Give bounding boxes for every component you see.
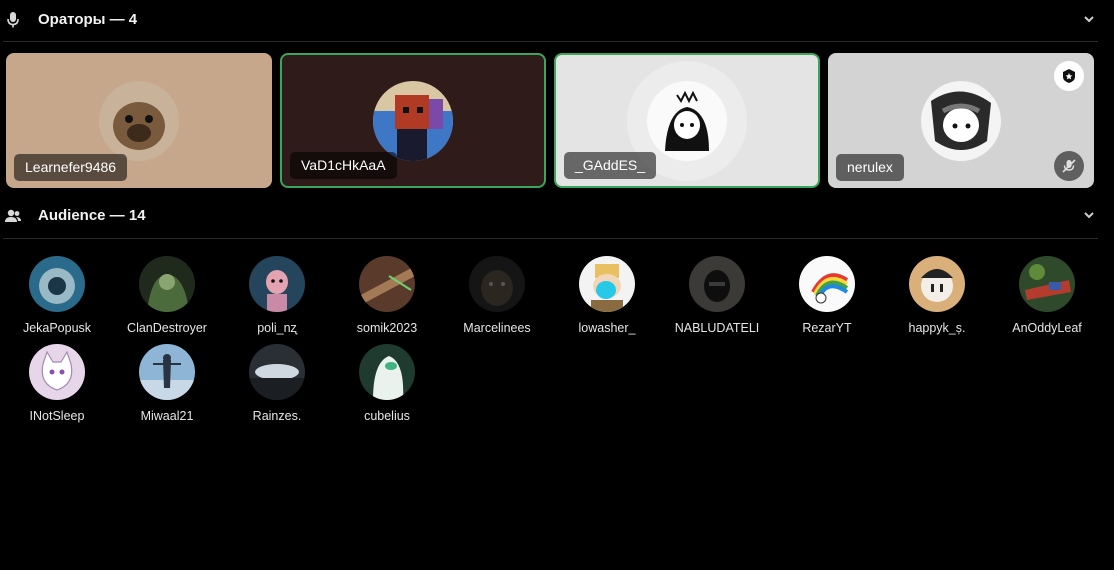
avatar: [99, 80, 179, 161]
member-name: Marcelinees: [463, 321, 531, 335]
avatar: [139, 344, 195, 400]
chevron-down-icon[interactable]: [1082, 208, 1096, 222]
speakers-grid: Learnefer9486 VaD1cHkAaA _GAddES_ nerule…: [6, 53, 1096, 189]
member-name: AnOddyLeaf: [1012, 321, 1082, 335]
audience-member[interactable]: happyk_ș.: [882, 256, 992, 335]
avatar: [469, 256, 525, 312]
member-name: poli_nʐ: [257, 321, 297, 335]
audience-member[interactable]: ClanDestroyer: [112, 256, 222, 335]
speaker-tile[interactable]: nerulex: [828, 53, 1094, 188]
audience-member[interactable]: cubelius: [332, 344, 442, 423]
users-icon: [3, 206, 23, 226]
divider: [3, 238, 1098, 239]
moderator-badge-icon: [1054, 61, 1084, 91]
audience-member[interactable]: RezarYT: [772, 256, 882, 335]
avatar: [249, 256, 305, 312]
audience-member[interactable]: AnOddyLeaf: [992, 256, 1102, 335]
speaker-name: VaD1cHkAaA: [290, 152, 397, 179]
avatar: [373, 80, 453, 161]
avatar: [921, 80, 1001, 161]
avatar: [29, 256, 85, 312]
avatar: [689, 256, 745, 312]
audience-member[interactable]: Miwaal21: [112, 344, 222, 423]
avatar: [249, 344, 305, 400]
speaker-name: _GAddES_: [564, 152, 657, 179]
divider: [3, 41, 1098, 42]
audience-member[interactable]: JekaPopusk: [2, 256, 112, 335]
avatar: [647, 80, 727, 161]
speaker-tile[interactable]: _GAddES_: [554, 53, 820, 188]
chevron-down-icon[interactable]: [1082, 12, 1096, 26]
member-name: JekaPopusk: [22, 321, 92, 335]
member-name: Rainzes.: [252, 409, 302, 423]
audience-member[interactable]: INotSleep: [2, 344, 112, 423]
speakers-section-header[interactable]: Ораторы — 4: [0, 0, 1114, 40]
member-name: ClanDestroyer: [127, 321, 207, 335]
member-name: lowasher_: [578, 321, 636, 335]
audience-member[interactable]: NABLUDATELI: [662, 256, 772, 335]
member-name: happyk_ș.: [908, 321, 966, 335]
avatar: [359, 256, 415, 312]
audience-section-title: Audience — 14: [38, 207, 146, 224]
audience-section-header[interactable]: Audience — 14: [0, 196, 1114, 236]
member-name: somik2023: [356, 321, 418, 335]
member-name: NABLUDATELI: [674, 321, 760, 335]
audience-member[interactable]: somik2023: [332, 256, 442, 335]
avatar: [29, 344, 85, 400]
speaker-tile[interactable]: VaD1cHkAaA: [280, 53, 546, 188]
speaker-tile[interactable]: Learnefer9486: [6, 53, 272, 188]
avatar: [359, 344, 415, 400]
avatar: [139, 256, 195, 312]
speakers-section-title: Ораторы — 4: [38, 11, 138, 28]
member-name: cubelius: [364, 409, 410, 423]
microphone-icon: [3, 10, 23, 30]
audience-member[interactable]: lowasher_: [552, 256, 662, 335]
audience-member[interactable]: Marcelinees: [442, 256, 552, 335]
member-name: Miwaal21: [140, 409, 194, 423]
audience-member[interactable]: poli_nʐ: [222, 256, 332, 335]
avatar: [1019, 256, 1075, 312]
speaker-name: Learnefer9486: [14, 154, 128, 181]
mic-muted-icon: [1054, 151, 1084, 181]
speaker-name: nerulex: [836, 154, 904, 181]
audience-member[interactable]: Rainzes.: [222, 344, 332, 423]
member-name: RezarYT: [802, 321, 852, 335]
avatar: [579, 256, 635, 312]
member-name: INotSleep: [29, 409, 85, 423]
avatar: [909, 256, 965, 312]
avatar: [799, 256, 855, 312]
